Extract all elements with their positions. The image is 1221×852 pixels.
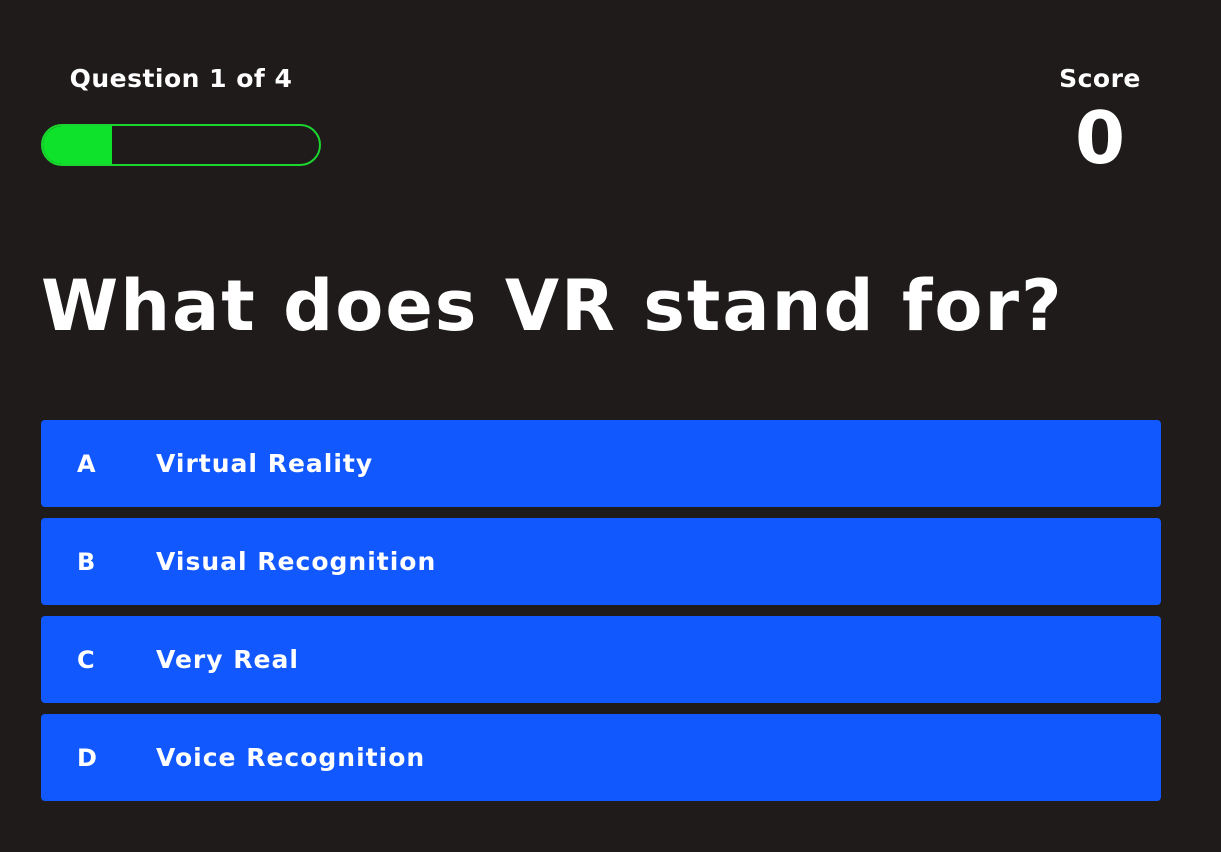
score-label: Score <box>1059 64 1141 93</box>
answer-letter: C <box>77 645 95 674</box>
progress-panel: Question 1 of 4 <box>41 62 321 166</box>
answer-text: Voice Recognition <box>156 743 426 772</box>
question-counter: Question 1 of 4 <box>69 64 293 93</box>
answer-letter: B <box>77 547 96 576</box>
answer-option-b[interactable]: B Visual Recognition <box>41 518 1161 605</box>
question-text: What does VR stand for? <box>41 265 1064 347</box>
answer-text: Virtual Reality <box>156 449 374 478</box>
score-value: 0 <box>1074 96 1126 180</box>
progress-bar <box>41 124 321 166</box>
progress-bar-fill <box>43 126 112 164</box>
answer-option-a[interactable]: A Virtual Reality <box>41 420 1161 507</box>
answer-list: A Virtual Reality B Visual Recognition C… <box>41 420 1161 812</box>
score-panel: Score 0 <box>1040 62 1160 178</box>
answer-letter: D <box>77 743 97 772</box>
answer-option-c[interactable]: C Very Real <box>41 616 1161 703</box>
answer-text: Visual Recognition <box>156 547 437 576</box>
answer-letter: A <box>77 449 96 478</box>
quiz-screen: Question 1 of 4 Score 0 What does VR sta… <box>0 0 1221 852</box>
answer-text: Very Real <box>156 645 299 674</box>
answer-option-d[interactable]: D Voice Recognition <box>41 714 1161 801</box>
